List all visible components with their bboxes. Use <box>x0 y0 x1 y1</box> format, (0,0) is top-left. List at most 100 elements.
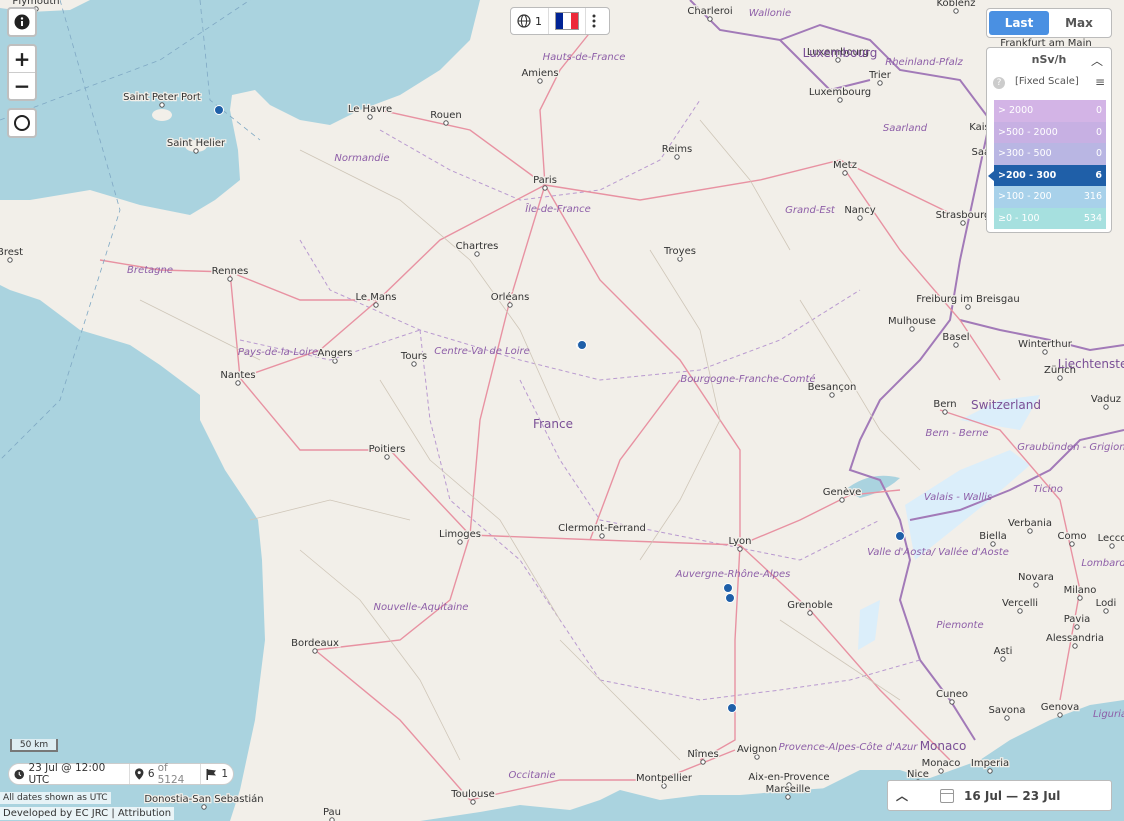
city-label: Verbania <box>1008 518 1052 529</box>
credit-link[interactable]: Developed by EC JRC | Attribution <box>0 807 175 820</box>
top-toolbar: 1 <box>510 7 610 35</box>
city-dot <box>987 768 993 774</box>
city-dot <box>312 648 318 654</box>
region-label: Lombardia <box>1081 558 1124 569</box>
city-dot <box>785 794 791 800</box>
status-datetime[interactable]: 23 Jul @ 12:00 UTC <box>9 762 129 786</box>
city-label: Lodi <box>1096 598 1117 609</box>
city-label: Koblenz <box>936 0 975 9</box>
city-label: Rennes <box>212 266 249 277</box>
region-label: Nouvelle-Aquitaine <box>374 602 469 613</box>
status-stations[interactable]: 6 of 5124 <box>129 762 200 786</box>
globe-count-button[interactable]: 1 <box>511 8 548 34</box>
city-dot <box>674 154 680 160</box>
legend-row[interactable]: >500 - 2000 0 <box>994 121 1106 143</box>
country-label: Liechtenstein <box>1058 357 1124 371</box>
city-label: Marseille <box>766 784 811 795</box>
city-label: Como <box>1058 531 1087 542</box>
region-label: Grand-Est <box>785 205 836 216</box>
city-label: Strasbourg <box>936 210 991 221</box>
city-label: Winterthur <box>1018 339 1073 350</box>
legend-range: >300 - 500 <box>998 148 1052 160</box>
vertical-dots-icon <box>592 14 596 28</box>
region-label: Saarland <box>883 123 928 134</box>
zoom-in-button[interactable]: + <box>9 46 35 72</box>
city-dot <box>227 276 233 282</box>
guernsey <box>152 109 172 121</box>
map-canvas[interactable]: Plymouth Saint Peter Port Saint Helier Le H… <box>0 0 1124 821</box>
city-label: Basel <box>942 332 969 343</box>
station-marker[interactable] <box>727 703 737 713</box>
region-label: Hauts-de-France <box>543 52 626 63</box>
legend-range: >200 - 300 <box>998 169 1057 181</box>
legend-row[interactable]: >300 - 500 0 <box>994 143 1106 165</box>
locate-button[interactable] <box>7 108 37 138</box>
chevron-up-icon[interactable]: ︿ <box>1091 52 1103 69</box>
city-label: Bordeaux <box>291 638 339 649</box>
city-label: Genève <box>823 486 861 498</box>
city-label: Lecco <box>1098 533 1124 544</box>
city-dot <box>707 16 713 22</box>
region-label: Provence-Alpes-Côte d'Azur <box>779 741 919 753</box>
legend-count: 0 <box>1095 126 1102 138</box>
region-label: Rheinland-Pfalz <box>885 57 963 68</box>
more-menu-button[interactable] <box>585 8 602 34</box>
region-label: Pays-de-la-Loire <box>238 347 318 358</box>
city-label: Angers <box>318 348 353 359</box>
city-label: Poitiers <box>369 444 406 455</box>
city-label: Milano <box>1064 585 1097 596</box>
city-dot <box>507 302 513 308</box>
map-pin-icon <box>135 768 144 780</box>
max-button[interactable]: Max <box>1049 11 1109 35</box>
city-label: Freiburg im Breisgau <box>916 294 1019 305</box>
city-dot <box>857 215 863 221</box>
city-dot <box>661 783 667 789</box>
city-dot <box>842 170 848 176</box>
legend-row[interactable]: >100 - 200 316 <box>994 186 1106 208</box>
legend-row[interactable]: > 2000 0 <box>994 100 1106 122</box>
region-label: Bretagne <box>127 265 173 276</box>
hamburger-menu-icon[interactable]: ≡ <box>1095 75 1105 89</box>
legend-row[interactable]: >200 - 300 6 <box>988 164 1106 186</box>
city-label: Nîmes <box>687 748 718 760</box>
legend-row[interactable]: ≥0 - 100 534 <box>994 207 1106 229</box>
zoom-out-button[interactable]: − <box>9 72 35 99</box>
date-range-text: 16 Jul — 23 Jul <box>964 788 1061 803</box>
city-dot <box>1103 608 1109 614</box>
city-dot <box>1000 656 1006 662</box>
help-icon[interactable]: ? <box>993 77 1005 89</box>
scale-bar: 50 km <box>10 739 58 752</box>
city-label: Reims <box>662 144 692 155</box>
city-dot <box>1057 712 1063 718</box>
info-button[interactable] <box>7 7 37 37</box>
city-label: Biella <box>979 531 1006 542</box>
station-marker[interactable] <box>725 593 735 603</box>
city-dot <box>193 148 199 154</box>
legend-count: 0 <box>1095 105 1102 117</box>
legend-scale-label: [Fixed Scale] <box>1015 76 1079 87</box>
city-label: Bern <box>933 399 956 410</box>
city-dot <box>1069 541 1075 547</box>
chevron-up-icon[interactable]: ︿ <box>888 787 916 804</box>
city-dot <box>332 358 338 364</box>
station-marker[interactable] <box>577 340 587 350</box>
country-flag-button[interactable] <box>548 8 585 34</box>
city-label: Savona <box>989 705 1026 716</box>
station-marker[interactable] <box>214 105 224 115</box>
station-marker[interactable] <box>895 531 905 541</box>
city-label: Amiens <box>521 68 558 79</box>
city-label: Genova <box>1041 702 1079 713</box>
city-dot <box>677 256 683 262</box>
zoom-control: + − <box>7 44 37 101</box>
station-marker[interactable] <box>723 583 733 593</box>
city-label: Brest <box>0 247 23 258</box>
date-range-control[interactable]: ︿ 16 Jul — 23 Jul <box>887 780 1112 811</box>
city-dot <box>373 302 379 308</box>
city-label: Donostia-San Sebastián <box>144 793 263 805</box>
legend-count: 316 <box>1083 191 1102 203</box>
last-button[interactable]: Last <box>989 11 1049 35</box>
status-flags[interactable]: 1 <box>200 764 233 784</box>
city-dot <box>807 610 813 616</box>
city-dot <box>457 539 463 545</box>
region-label: Centre-Val de Loire <box>434 346 530 357</box>
